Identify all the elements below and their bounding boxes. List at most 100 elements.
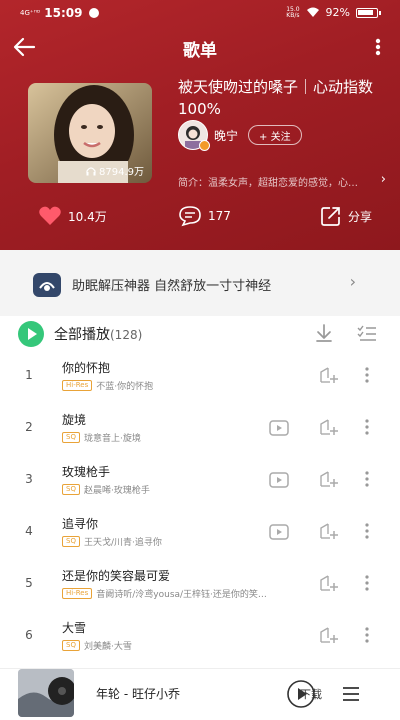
- headphone-icon: [86, 166, 96, 175]
- play-all-button[interactable]: 全部播放(128): [54, 324, 142, 344]
- song-meta: Hi-Res 音阙诗听/泠鸢yousa/王梓钰·还是你的笑…: [62, 587, 267, 600]
- add-to-playlist-icon[interactable]: [318, 468, 340, 490]
- intro-text: 简介：温柔女声，超甜恋爱的感觉，心…: [178, 178, 358, 189]
- now-playing-cover[interactable]: [18, 669, 74, 717]
- playlist-intro[interactable]: 简介：温柔女声，超甜恋爱的感觉，心… ›: [178, 174, 386, 189]
- song-row[interactable]: 3 玫瑰枪手 SQ 赵晨唏·玫瑰枪手: [0, 456, 400, 508]
- more-vertical-icon[interactable]: [360, 624, 374, 646]
- song-row[interactable]: 2 旋境 SQ 珑意音上·旋境: [0, 404, 400, 456]
- content-card: 助眠解压神器 自然舒放一寸寸神经 › 全部播放(128) 1 你的怀抱 Hi-Res…: [0, 250, 400, 720]
- more-vertical-icon[interactable]: [360, 572, 374, 594]
- chevron-right-icon: ›: [380, 174, 386, 187]
- mv-icon[interactable]: [268, 521, 290, 543]
- song-artist: 音阙诗听/泠鸢yousa/王梓钰·还是你的笑…: [96, 590, 267, 600]
- song-index: 3: [25, 472, 33, 486]
- song-index: 2: [25, 420, 33, 434]
- clock: 15:09: [44, 6, 83, 20]
- download-icon[interactable]: [313, 322, 335, 344]
- song-title: 大雪: [62, 621, 87, 635]
- song-artist: 刘美麟·大雪: [83, 642, 132, 652]
- promo-banner[interactable]: 助眠解压神器 自然舒放一寸寸神经 ›: [0, 250, 400, 316]
- song-meta: SQ 王天戈/川青·追寻你: [62, 535, 162, 548]
- album-art: [18, 669, 74, 717]
- comment-button[interactable]: 177: [178, 205, 231, 227]
- chevron-right-icon: ›: [349, 272, 356, 291]
- battery-icon: [356, 7, 381, 18]
- quality-badge: SQ: [62, 484, 80, 495]
- song-artist: 赵晨唏·玫瑰枪手: [83, 486, 150, 496]
- mv-icon[interactable]: [268, 417, 290, 439]
- song-artist: 珑意音上·旋境: [83, 434, 141, 444]
- heart-icon: [39, 206, 61, 225]
- sleep-icon: [39, 282, 55, 291]
- mv-icon[interactable]: [268, 469, 290, 491]
- song-title: 追寻你: [62, 517, 99, 531]
- like-count: 10.4万: [68, 209, 107, 224]
- add-to-playlist-icon[interactable]: [318, 364, 340, 386]
- song-index: 6: [25, 628, 33, 642]
- add-to-playlist-icon[interactable]: [318, 572, 340, 594]
- quality-badge: SQ: [62, 536, 80, 547]
- network-indicator: 4G⁺ᴴᴰ: [20, 8, 41, 17]
- song-index: 5: [25, 576, 33, 590]
- song-title: 还是你的笑容最可爱: [62, 569, 171, 583]
- battery-percent: 92%: [325, 6, 350, 19]
- song-row[interactable]: 5 还是你的笑容最可爱 Hi-Res 音阙诗听/泠鸢yousa/王梓钰·还是你的笑…: [0, 560, 400, 612]
- share-icon: [321, 207, 340, 226]
- add-to-playlist-icon[interactable]: [318, 624, 340, 646]
- promo-app-icon: [33, 273, 61, 297]
- song-list: 全部播放(128) 1 你的怀抱 Hi-Res 不蓝·你的怀抱 2 旋境 SQ 珑意音上·旋境…: [0, 316, 400, 720]
- comment-count: 177: [208, 209, 231, 223]
- promo-text: 助眠解压神器 自然舒放一寸寸神经: [72, 279, 272, 294]
- quality-badge: Hi-Res: [62, 380, 93, 391]
- share-button[interactable]: 分享: [320, 205, 372, 227]
- creator-row: 晚宁 + 关注: [178, 120, 302, 150]
- song-index: 4: [25, 524, 33, 538]
- more-vertical-icon[interactable]: [360, 416, 374, 438]
- song-meta: Hi-Res 不蓝·你的怀抱: [62, 379, 153, 392]
- multiselect-icon[interactable]: [356, 322, 378, 344]
- playlist-cover[interactable]: 8794.9万: [28, 83, 152, 183]
- more-vertical-icon[interactable]: [360, 468, 374, 490]
- more-vertical-icon[interactable]: [370, 34, 386, 60]
- status-bar: 4G⁺ᴴᴰ 15:09 15.0 KB/s 92%: [0, 0, 400, 26]
- playlist-header: 4G⁺ᴴᴰ 15:09 15.0 KB/s 92% 歌单 8794.9万 被天使…: [0, 0, 400, 250]
- song-artist: 不蓝·你的怀抱: [96, 382, 154, 392]
- creator-name[interactable]: 晚宁: [214, 127, 238, 144]
- follow-button[interactable]: + 关注: [248, 125, 302, 145]
- share-label: 分享: [348, 209, 373, 224]
- mini-player[interactable]: 年轮 - 旺仔小乔: [0, 668, 400, 720]
- comment-icon: [179, 206, 201, 227]
- song-meta: SQ 珑意音上·旋境: [62, 431, 141, 444]
- song-meta: SQ 赵晨唏·玫瑰枪手: [62, 483, 150, 496]
- play-count-value: 8794.9万: [99, 167, 144, 178]
- add-to-playlist-icon[interactable]: [318, 416, 340, 438]
- song-row[interactable]: 6 大雪 SQ 刘美麟·大雪: [0, 612, 400, 664]
- quality-badge: Hi-Res: [62, 588, 93, 599]
- net-speed-unit: KB/s: [286, 11, 300, 19]
- quality-badge: SQ: [62, 432, 80, 443]
- follow-label: + 关注: [259, 131, 291, 143]
- page-title: 歌单: [183, 41, 217, 61]
- net-speed: 15.0 KB/s: [286, 6, 300, 19]
- more-vertical-icon[interactable]: [360, 520, 374, 542]
- watermark: 下载: [300, 688, 322, 701]
- playlist-icon[interactable]: [340, 683, 362, 705]
- song-count: (128): [110, 328, 143, 342]
- now-playing-title: 年轮 - 旺仔小乔: [96, 687, 180, 701]
- vip-badge-icon: [199, 140, 210, 151]
- song-row[interactable]: 1 你的怀抱 Hi-Res 不蓝·你的怀抱: [0, 352, 400, 404]
- more-vertical-icon[interactable]: [360, 364, 374, 386]
- add-to-playlist-icon[interactable]: [318, 520, 340, 542]
- song-artist: 王天戈/川青·追寻你: [83, 538, 162, 548]
- play-all-row[interactable]: 全部播放(128): [0, 316, 400, 352]
- play-all-icon[interactable]: [18, 321, 44, 347]
- play-count: 8794.9万: [86, 163, 144, 178]
- song-index: 1: [25, 368, 33, 382]
- like-button[interactable]: 10.4万: [38, 205, 107, 227]
- playlist-title: 被天使吻过的嗓子｜心动指数100%: [178, 78, 374, 118]
- wifi-icon: [306, 7, 319, 17]
- notification-icon: [88, 8, 99, 18]
- song-title: 旋境: [62, 413, 87, 427]
- song-row[interactable]: 4 追寻你 SQ 王天戈/川青·追寻你: [0, 508, 400, 560]
